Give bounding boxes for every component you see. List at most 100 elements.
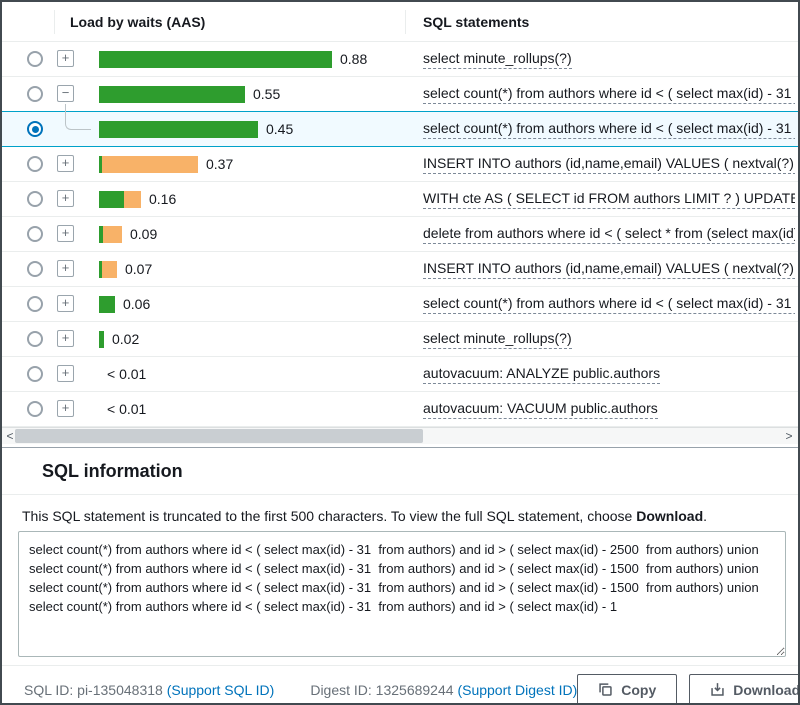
load-bar-segment-green	[99, 191, 124, 208]
support-digest-id-link[interactable]: (Support Digest ID)	[457, 682, 577, 698]
truncation-note-period: .	[703, 508, 707, 524]
sql-statement-link[interactable]: select minute_rollups(?)	[423, 330, 572, 349]
load-bar	[99, 261, 117, 278]
load-value: 0.09	[130, 226, 157, 242]
sql-statement-cell: autovacuum: ANALYZE public.authors	[414, 357, 795, 391]
load-bar-segment-green	[99, 296, 115, 313]
load-bar-cell: < 0.01	[99, 357, 146, 391]
load-value: 0.02	[112, 331, 139, 347]
table-row[interactable]: +0.07INSERT INTO authors (id,name,email)…	[2, 252, 798, 287]
table-row[interactable]: 0.45 select count(*) from authors where i…	[2, 111, 798, 147]
row-select-radio[interactable]	[27, 191, 43, 207]
sql-id: SQL ID: pi-135048318 (Support SQL ID)	[24, 682, 274, 698]
load-value: < 0.01	[107, 366, 146, 382]
load-bar-cell: 0.37	[99, 147, 233, 181]
table-row[interactable]: + < 0.01 autovacuum: ANALYZE public.author…	[2, 357, 798, 392]
load-bar-cell: < 0.01	[99, 392, 146, 426]
sql-statement-link[interactable]: autovacuum: VACUUM public.authors	[423, 400, 658, 419]
sql-id-text: SQL ID: pi-135048318	[24, 682, 163, 698]
expand-row-icon[interactable]: +	[57, 295, 74, 312]
row-select-radio[interactable]	[27, 121, 43, 137]
row-select-radio[interactable]	[27, 296, 43, 312]
load-value: 0.16	[149, 191, 176, 207]
performance-insights-top-sql: Load by waits (AAS) SQL statements +0.88…	[0, 0, 800, 705]
sql-statement-link[interactable]: INSERT INTO authors (id,name,email) VALU…	[423, 260, 795, 279]
sql-statement-cell: select count(*) from authors where id < …	[414, 112, 795, 146]
load-bar-cell: 0.09	[99, 217, 157, 251]
load-value: 0.06	[123, 296, 150, 312]
row-select-radio[interactable]	[27, 51, 43, 67]
table-row[interactable]: +0.37 INSERT INTO authors (id,name,email)…	[2, 147, 798, 182]
row-select-radio[interactable]	[27, 86, 43, 102]
load-bar-segment-orange	[103, 226, 122, 243]
sql-statement-link[interactable]: select minute_rollups(?)	[423, 50, 572, 69]
expand-row-icon[interactable]: +	[57, 190, 74, 207]
scroll-right-arrow-icon[interactable]: >	[784, 429, 794, 444]
load-bar-segment-green	[99, 121, 258, 138]
load-bar	[99, 296, 115, 313]
load-bar-segment-green	[99, 51, 332, 68]
footer-buttons: Copy Download	[577, 674, 800, 705]
sql-statement-link[interactable]: select count(*) from authors where id < …	[423, 295, 795, 314]
load-value: 0.45	[266, 121, 293, 137]
sql-statement-link[interactable]: INSERT INTO authors (id,name,email) VALU…	[423, 155, 795, 174]
expand-row-icon[interactable]: +	[57, 330, 74, 347]
row-select-radio[interactable]	[27, 156, 43, 172]
sql-statement-link[interactable]: select count(*) from authors where id < …	[423, 85, 795, 104]
load-bar-cell: 0.45	[99, 112, 293, 146]
download-button[interactable]: Download	[689, 674, 800, 705]
scrollbar-thumb[interactable]	[15, 429, 423, 443]
load-bar	[99, 121, 258, 138]
sql-statement-cell: WITH cte AS ( SELECT id FROM authors LIM…	[414, 182, 795, 216]
sql-information-panel: SQL information This SQL statement is tr…	[2, 447, 798, 705]
table-header: Load by waits (AAS) SQL statements	[2, 2, 798, 42]
panel-header: SQL information	[2, 448, 798, 495]
load-bar-cell: 0.88	[99, 42, 367, 76]
load-bar-segment-green	[99, 86, 245, 103]
table-row[interactable]: +0.16 WITH cte AS ( SELECT id FROM author…	[2, 182, 798, 217]
load-bar	[99, 191, 141, 208]
load-bar-cell: 0.16	[99, 182, 176, 216]
sql-statement-cell: select count(*) from authors where id < …	[414, 287, 795, 321]
load-bar-cell: 0.55	[99, 77, 280, 111]
expand-row-icon[interactable]: +	[57, 260, 74, 277]
expand-row-icon[interactable]: +	[57, 50, 74, 67]
sql-statement-link[interactable]: WITH cte AS ( SELECT id FROM authors LIM…	[423, 190, 795, 209]
row-select-radio[interactable]	[27, 366, 43, 382]
horizontal-scrollbar[interactable]: < >	[2, 427, 798, 444]
sql-statement-link[interactable]: delete from authors where id < ( select …	[423, 225, 795, 244]
sql-statement-link[interactable]: select count(*) from authors where id < …	[423, 120, 795, 139]
expand-row-icon[interactable]: +	[57, 225, 74, 242]
copy-button[interactable]: Copy	[577, 674, 677, 705]
sql-statement-cell: INSERT INTO authors (id,name,email) VALU…	[414, 147, 795, 181]
column-header-sql-statements: SQL statements	[423, 14, 529, 30]
sql-statement-link[interactable]: autovacuum: ANALYZE public.authors	[423, 365, 660, 384]
expand-row-icon[interactable]: +	[57, 400, 74, 417]
load-bar	[99, 331, 104, 348]
table-row[interactable]: +0.02 select minute_rollups(?)	[2, 322, 798, 357]
row-select-radio[interactable]	[27, 226, 43, 242]
scroll-left-arrow-icon[interactable]: <	[5, 429, 15, 444]
tree-connector	[65, 111, 91, 130]
load-bar	[99, 226, 122, 243]
load-bar	[99, 156, 198, 173]
row-select-radio[interactable]	[27, 261, 43, 277]
expand-row-icon[interactable]: +	[57, 365, 74, 382]
load-bar-segment-orange	[124, 191, 141, 208]
table-row[interactable]: +0.06 select count(*) from authors where …	[2, 287, 798, 322]
load-bar-cell: 0.02	[99, 322, 139, 356]
row-select-radio[interactable]	[27, 331, 43, 347]
table-row[interactable]: − 0.55 select count(*) from authors where …	[2, 77, 798, 112]
support-sql-id-link[interactable]: (Support SQL ID)	[167, 682, 275, 698]
table-row[interactable]: +0.09 delete from authors where id < ( se…	[2, 217, 798, 252]
download-button-label: Download	[733, 682, 800, 698]
load-bar-segment-green	[99, 331, 104, 348]
collapse-row-icon[interactable]: −	[57, 85, 74, 102]
row-select-radio[interactable]	[27, 401, 43, 417]
download-icon	[710, 682, 725, 697]
table-row[interactable]: +0.88 select minute_rollups(?)	[2, 42, 798, 77]
expand-row-icon[interactable]: +	[57, 155, 74, 172]
sql-statement-textarea[interactable]: select count(*) from authors where id < …	[18, 531, 786, 657]
sql-statement-cell: delete from authors where id < ( select …	[414, 217, 795, 251]
table-row[interactable]: + < 0.01 autovacuum: VACUUM public.authors	[2, 392, 798, 427]
